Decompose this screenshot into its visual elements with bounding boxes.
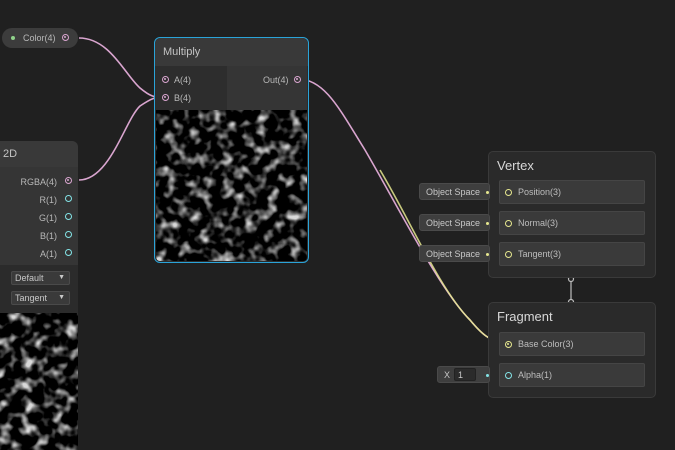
position-label: Position(3) bbox=[518, 187, 562, 197]
sample-type-dropdown[interactable]: Default ▼ bbox=[11, 271, 70, 285]
sample-output-g-label: G(1) bbox=[39, 213, 57, 223]
multiply-output-port[interactable] bbox=[294, 76, 301, 83]
normal-space-dot bbox=[486, 222, 489, 225]
multiply-node[interactable]: Multiply A(4) B(4) Out(4) bbox=[154, 37, 309, 263]
multiply-input-a-label: A(4) bbox=[174, 75, 192, 85]
noise-preview-icon bbox=[0, 313, 78, 450]
sample-output-g-port[interactable] bbox=[65, 213, 72, 220]
multiply-output-label: Out(4) bbox=[263, 75, 289, 85]
property-output-port[interactable] bbox=[62, 34, 69, 41]
alpha-input-field[interactable]: X 1 bbox=[437, 366, 490, 383]
alpha-label: Alpha(1) bbox=[518, 370, 553, 380]
position-space-input[interactable]: Object Space bbox=[419, 183, 490, 200]
multiply-input-a-port[interactable] bbox=[162, 76, 169, 83]
multiply-input-b-port[interactable] bbox=[162, 94, 169, 101]
position-port[interactable] bbox=[505, 189, 512, 196]
dropdown-caret-icon: ▼ bbox=[58, 274, 65, 281]
alpha-port[interactable] bbox=[505, 372, 512, 379]
tangent-label: Tangent(3) bbox=[518, 249, 562, 259]
wire-color-to-b bbox=[78, 37, 167, 98]
fragment-block-alpha[interactable]: Alpha(1) bbox=[499, 363, 645, 387]
sample-output-a-label: A(1) bbox=[39, 249, 57, 259]
vertex-block-position[interactable]: Position(3) bbox=[499, 180, 645, 204]
sample-texture-title-text: 2D bbox=[3, 148, 18, 160]
sample-output-rgba-port[interactable] bbox=[65, 177, 72, 184]
vertex-block-tangent[interactable]: Tangent(3) bbox=[499, 242, 645, 266]
sample-output-a-port[interactable] bbox=[65, 249, 72, 256]
normal-label: Normal(3) bbox=[518, 218, 559, 228]
property-dot bbox=[11, 36, 15, 40]
vertex-title: Vertex bbox=[497, 158, 534, 173]
alpha-value[interactable]: 1 bbox=[454, 368, 476, 381]
alpha-input-dot bbox=[486, 374, 489, 377]
sample-output-b-port[interactable] bbox=[65, 231, 72, 238]
sample-space-dropdown[interactable]: Tangent ▼ bbox=[11, 291, 70, 305]
vertex-block-normal[interactable]: Normal(3) bbox=[499, 211, 645, 235]
sample-type-value: Default bbox=[15, 273, 44, 283]
tangent-space-input[interactable]: Object Space bbox=[419, 245, 490, 262]
noise-preview-icon bbox=[156, 110, 307, 261]
normal-port[interactable] bbox=[505, 220, 512, 227]
tangent-space-dot bbox=[486, 253, 489, 256]
basecolor-port[interactable] bbox=[505, 341, 512, 348]
multiply-output-area bbox=[227, 66, 307, 110]
position-space-dot bbox=[486, 191, 489, 194]
sample-preview bbox=[0, 313, 78, 450]
normal-space-input[interactable]: Object Space bbox=[419, 214, 490, 231]
property-label: Color(4) bbox=[23, 33, 56, 43]
vertex-context[interactable]: Vertex Position(3) Normal(3) Tangent(3) bbox=[488, 151, 656, 278]
sample-texture-title[interactable]: 2D bbox=[0, 141, 78, 167]
position-space-label: Object Space bbox=[426, 187, 481, 197]
sample-texture-node[interactable]: 2D RGBA(4) R(1) G(1) B(1) A(1) Default ▼… bbox=[0, 141, 78, 450]
multiply-title[interactable]: Multiply bbox=[155, 38, 308, 66]
multiply-input-area bbox=[155, 66, 227, 110]
multiply-preview bbox=[156, 110, 307, 261]
tangent-port[interactable] bbox=[505, 251, 512, 258]
color-property-node[interactable]: Color(4) bbox=[2, 28, 78, 48]
sample-output-rgba-label: RGBA(4) bbox=[20, 177, 57, 187]
alpha-axis-label: X bbox=[444, 370, 451, 380]
dropdown-caret-icon: ▼ bbox=[58, 294, 65, 301]
fragment-block-basecolor[interactable]: Base Color(3) bbox=[499, 332, 645, 356]
sample-output-b-label: B(1) bbox=[39, 231, 57, 241]
sample-space-value: Tangent bbox=[15, 293, 48, 303]
fragment-title: Fragment bbox=[497, 309, 553, 324]
tangent-space-label: Object Space bbox=[426, 249, 481, 259]
fragment-context[interactable]: Fragment Base Color(3) Alpha(1) bbox=[488, 302, 656, 398]
basecolor-label: Base Color(3) bbox=[518, 339, 574, 349]
wire-rgba-to-b bbox=[78, 96, 167, 181]
normal-space-label: Object Space bbox=[426, 218, 481, 228]
sample-output-r-label: R(1) bbox=[39, 195, 58, 205]
multiply-input-b-label: B(4) bbox=[174, 93, 192, 103]
sample-output-r-port[interactable] bbox=[65, 195, 72, 202]
